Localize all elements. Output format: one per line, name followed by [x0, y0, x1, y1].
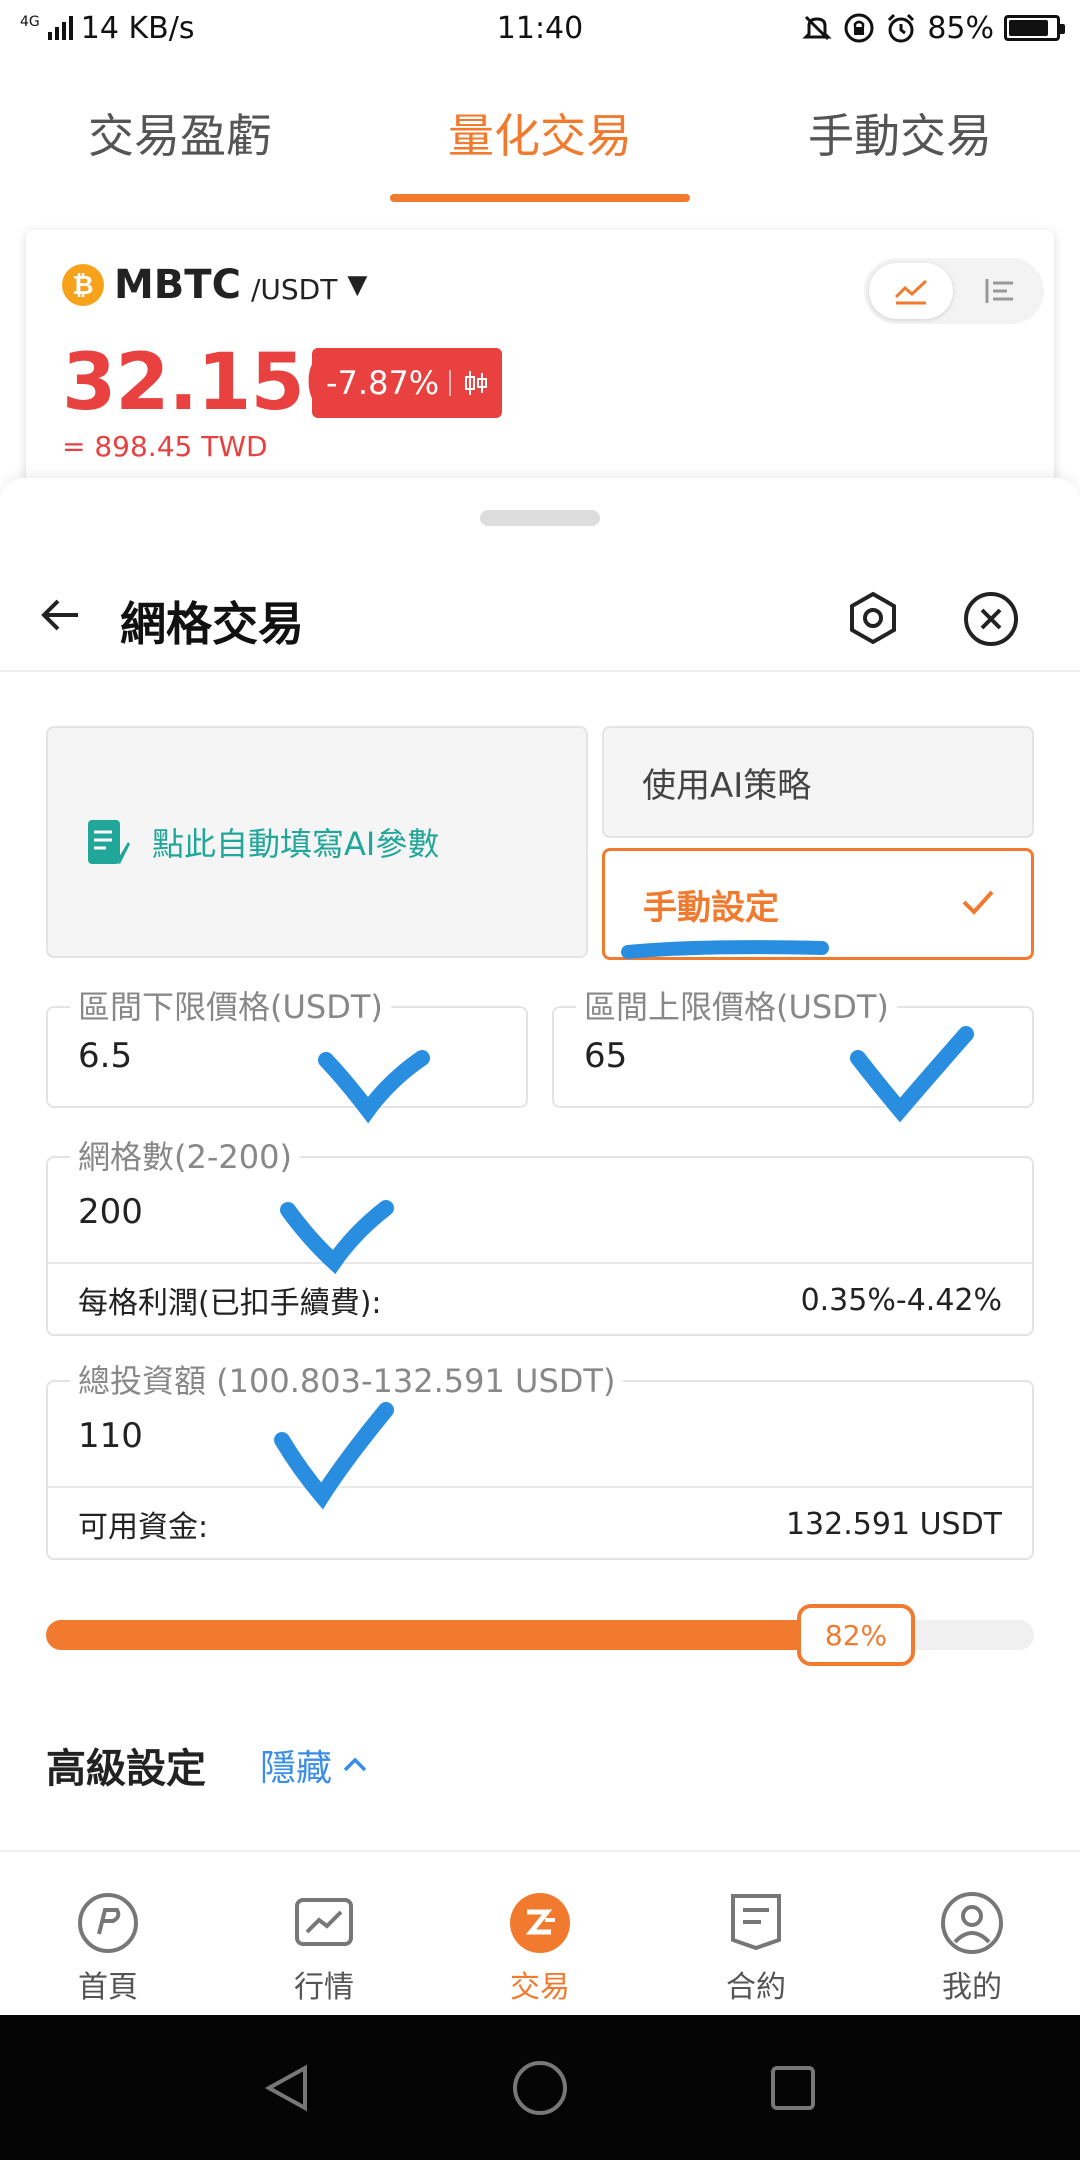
- price-change-badge[interactable]: -7.87%: [312, 348, 502, 418]
- lock-rotation-icon: [844, 13, 874, 43]
- profile-icon: [941, 1892, 1003, 1954]
- advanced-settings-title: 高級設定: [46, 1746, 206, 1792]
- tab-quant-trading[interactable]: 量化交易: [360, 80, 720, 210]
- available-funds-label: 可用資金:: [78, 1510, 209, 1545]
- check-icon: [962, 890, 994, 915]
- sheet-drag-handle[interactable]: [480, 510, 600, 526]
- lower-price-label: 區間下限價格(USDT): [70, 982, 391, 1028]
- total-investment-label: 總投資額 (100.803-132.591 USDT): [70, 1356, 624, 1402]
- status-bar: 4G 14 KB/s 11:40 85%: [0, 0, 1080, 56]
- nav-profile-label: 我的: [942, 1970, 1002, 2005]
- network-type: 4G: [20, 14, 40, 30]
- market-card: ₿ MBTC /USDT ▼ 32.156 -7.87% = 898.45 TW…: [26, 230, 1054, 520]
- signal-icon: [47, 16, 73, 40]
- contract-icon: [731, 1894, 781, 1951]
- system-back-icon[interactable]: [257, 2058, 317, 2118]
- bitcoin-icon: ₿: [62, 264, 104, 306]
- use-ai-strategy-label: 使用AI策略: [642, 765, 812, 806]
- nav-market-label: 行情: [294, 1970, 354, 2005]
- slider-fill: [46, 1620, 856, 1650]
- nav-trade[interactable]: 交易: [432, 1852, 648, 2015]
- nav-trade-label: 交易: [510, 1970, 570, 2005]
- sheet-header: 網格交易: [0, 568, 1080, 672]
- available-funds-row: 可用資金: 132.591 USDT: [48, 1488, 1032, 1560]
- system-nav-bar: [0, 2015, 1080, 2160]
- profit-per-grid-label: 每格利潤(已扣手續費):: [78, 1286, 382, 1321]
- total-investment-input[interactable]: 110: [78, 1416, 143, 1456]
- nav-contract-label: 合約: [726, 1970, 786, 2005]
- badge-divider: [449, 370, 452, 396]
- system-recents-icon[interactable]: [763, 2058, 823, 2118]
- upper-price-field[interactable]: 區間上限價格(USDT) 65: [552, 982, 1034, 1108]
- lower-price-field[interactable]: 區間下限價格(USDT) 6.5: [46, 982, 528, 1108]
- ai-autofill-button[interactable]: 點此自動填寫AI參數: [46, 726, 588, 958]
- home-icon: [78, 1893, 138, 1953]
- investment-slider[interactable]: 82%: [46, 1604, 1034, 1666]
- line-chart-icon[interactable]: [869, 263, 953, 319]
- battery-percent: 85%: [927, 10, 994, 46]
- manual-setting-button[interactable]: 手動設定: [602, 848, 1034, 960]
- grid-trading-sheet: 網格交易 點此自動填寫AI參數 使用AI策略 手動設定 區間下限價格(USDT)…: [0, 478, 1080, 1850]
- status-right: 85%: [801, 0, 1065, 56]
- nav-profile[interactable]: 我的: [864, 1852, 1080, 2015]
- price-change: -7.87%: [326, 364, 440, 402]
- market-chart-icon: [295, 1898, 353, 1946]
- upper-price-input[interactable]: 65: [584, 1036, 627, 1076]
- use-ai-strategy-button[interactable]: 使用AI策略: [602, 726, 1034, 838]
- status-left: 4G 14 KB/s: [20, 11, 194, 46]
- tab-trading-pnl[interactable]: 交易盈虧: [0, 80, 360, 210]
- nav-home[interactable]: 首頁: [0, 1852, 216, 2015]
- pair-quote: /USDT: [250, 272, 338, 306]
- bottom-nav: 首頁 行情 交易 合約 我的: [0, 1850, 1080, 2015]
- profit-per-grid-row: 每格利潤(已扣手續費): 0.35%-4.42%: [48, 1264, 1032, 1336]
- fiat-value: = 898.45 TWD: [62, 430, 268, 463]
- grid-count-field: 網格數(2-200) 200 每格利潤(已扣手續費): 0.35%-4.42%: [46, 1132, 1034, 1336]
- view-toggle: [864, 258, 1044, 324]
- profit-per-grid-value: 0.35%-4.42%: [800, 1282, 1002, 1318]
- manual-setting-label: 手動設定: [643, 887, 779, 928]
- nav-home-label: 首頁: [78, 1970, 138, 2005]
- settings-icon[interactable]: [845, 590, 901, 646]
- nav-market[interactable]: 行情: [216, 1852, 432, 2015]
- top-tabs: 交易盈虧 量化交易 手動交易: [0, 80, 1080, 210]
- ai-autofill-label: 點此自動填寫AI參數: [152, 825, 440, 863]
- chevron-up-icon: [343, 1757, 367, 1772]
- advanced-settings: 高級設定 隱藏: [46, 1736, 368, 1794]
- sheet-title: 網格交易: [120, 597, 304, 651]
- close-icon[interactable]: [962, 590, 1020, 648]
- tab-manual-trading[interactable]: 手動交易: [720, 80, 1080, 210]
- lower-price-input[interactable]: 6.5: [78, 1036, 132, 1076]
- grid-count-label: 網格數(2-200): [70, 1132, 300, 1178]
- advanced-hide-toggle[interactable]: 隱藏: [260, 1739, 368, 1791]
- slider-thumb[interactable]: 82%: [797, 1604, 915, 1666]
- document-edit-icon: [88, 820, 130, 864]
- nav-contract[interactable]: 合約: [648, 1852, 864, 2015]
- advanced-hide-label: 隱藏: [260, 1748, 333, 1789]
- pair-selector[interactable]: ₿ MBTC /USDT ▼: [62, 262, 367, 308]
- caret-down-icon: ▼: [347, 270, 368, 300]
- pair-base: MBTC: [114, 262, 241, 308]
- battery-icon: [1004, 15, 1065, 41]
- grid-count-input[interactable]: 200: [78, 1192, 143, 1232]
- network-speed: 14 KB/s: [80, 10, 195, 46]
- upper-price-label: 區間上限價格(USDT): [576, 982, 897, 1028]
- trade-icon: [510, 1893, 570, 1953]
- available-funds-value: 132.591 USDT: [785, 1506, 1002, 1542]
- alarm-icon: [888, 13, 915, 43]
- total-investment-field: 總投資額 (100.803-132.591 USDT) 110 可用資金: 13…: [46, 1356, 1034, 1560]
- list-icon[interactable]: [958, 263, 1042, 319]
- candlestick-icon: [465, 371, 488, 395]
- back-arrow-icon[interactable]: [36, 590, 86, 640]
- system-home-icon[interactable]: [510, 2058, 570, 2118]
- mute-icon: [802, 15, 832, 41]
